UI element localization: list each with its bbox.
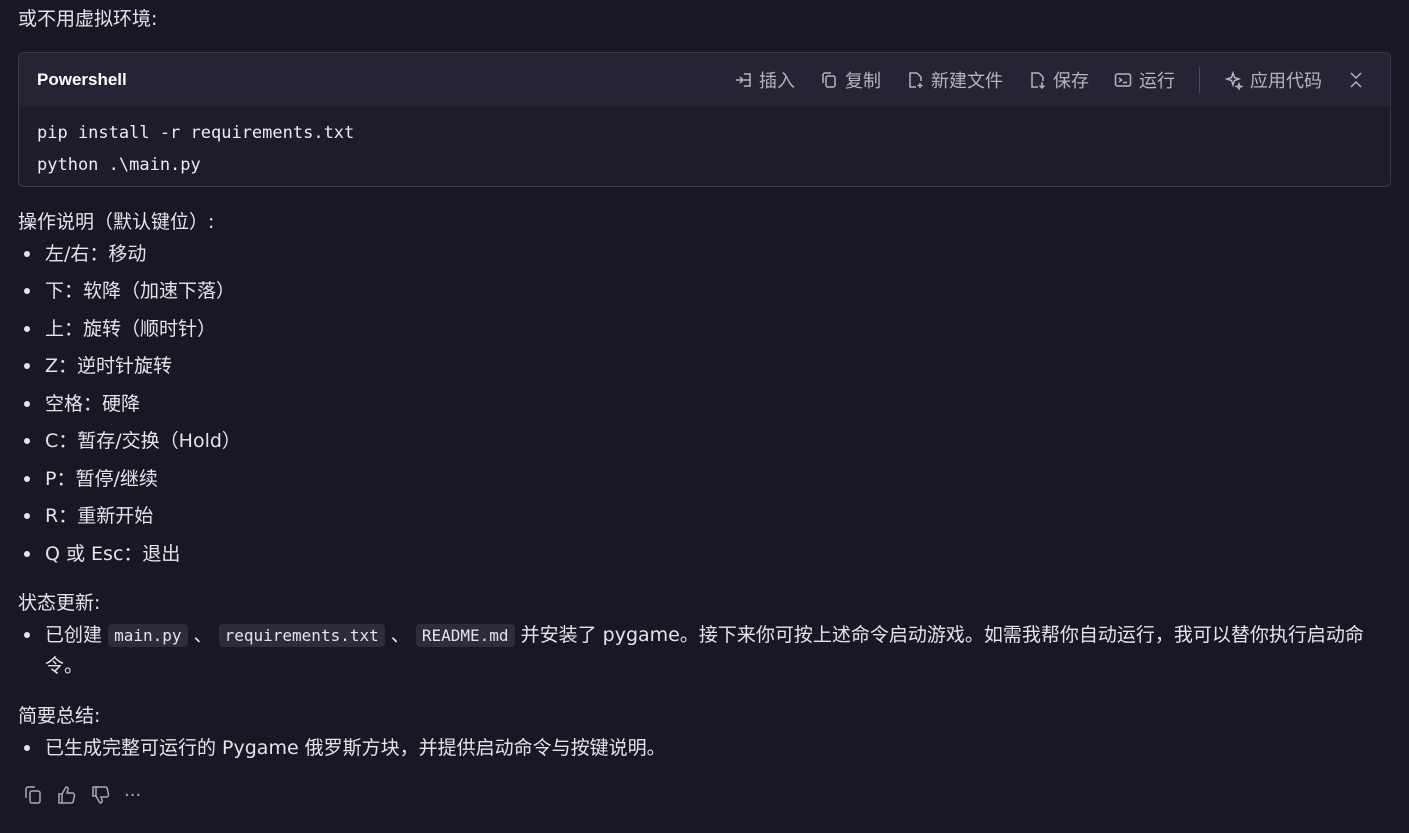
run-button[interactable]: 运行 [1113, 67, 1175, 93]
thumbs-down-button[interactable] [90, 784, 112, 806]
list-item-text: Q 或 Esc：退出 [45, 543, 181, 565]
copy-button[interactable]: 复制 [819, 67, 881, 93]
list-item-text: Z：逆时针旋转 [45, 355, 173, 377]
sparkle-icon [1224, 70, 1244, 90]
thumbs-up-button[interactable] [56, 784, 78, 806]
summary-heading: 简要总结: [18, 705, 101, 727]
insert-button[interactable]: 插入 [733, 67, 795, 93]
code-body: pip install -r requirements.txt python .… [19, 107, 1390, 181]
code-line: pip install -r requirements.txt [37, 123, 355, 143]
list-item-text: 空格：硬降 [45, 393, 141, 415]
code-language-label: Powershell [37, 70, 127, 89]
list-item-text: 已生成完整可运行的 Pygame 俄罗斯方块，并提供启动命令与按键说明。 [45, 737, 666, 759]
thumbs-up-icon [58, 786, 76, 804]
code-line: python .\main.py [37, 155, 201, 175]
bullet-dot [24, 513, 30, 519]
insert-icon [736, 73, 751, 87]
code-block-header: Powershell 插入 复制 新建文件 保存 运行 应用代码 [19, 53, 1390, 107]
thumbs-down-icon [92, 786, 110, 804]
toolbar-divider [1199, 67, 1200, 93]
list-item-text: P：暂停/继续 [45, 468, 158, 490]
bullet-dot [24, 326, 30, 332]
more-icon: ··· [124, 784, 142, 806]
bullet-dot [24, 363, 30, 369]
new-file-label: 新建文件 [931, 71, 1003, 92]
run-label: 运行 [1139, 71, 1175, 92]
new-file-button[interactable]: 新建文件 [905, 67, 1003, 93]
save-button[interactable]: 保存 [1027, 67, 1089, 93]
collapse-icon [1350, 72, 1362, 88]
separator: 、 [193, 624, 213, 646]
bullet-dot [24, 551, 30, 557]
copy-icon [822, 72, 836, 88]
list-item-text: 下：软降（加速下落） [45, 280, 236, 302]
inline-code-filename: main.py [108, 624, 188, 647]
save-label: 保存 [1053, 71, 1089, 92]
terminal-icon [1114, 73, 1132, 87]
apply-code-label: 应用代码 [1250, 71, 1322, 92]
copy-icon [25, 786, 41, 804]
inline-code-filename: requirements.txt [218, 624, 385, 647]
bullet-dot [24, 745, 30, 751]
separator: 、 [390, 624, 410, 646]
more-options-button[interactable]: ··· [124, 785, 141, 806]
insert-label: 插入 [759, 71, 795, 92]
bullet-dot [24, 438, 30, 444]
controls-heading: 操作说明（默认键位）: [18, 211, 215, 233]
status-heading: 状态更新: [18, 592, 101, 614]
bullet-dot [24, 632, 30, 638]
inline-code-filename: README.md [415, 624, 515, 647]
status-prefix: 已创建 [45, 624, 103, 646]
list-item-text: C：暂存/交换（Hold） [45, 430, 241, 452]
status-text: 已创建 main.py 、 requirements.txt 、 README.… [45, 620, 1400, 682]
code-toolbar: 插入 复制 新建文件 保存 运行 应用代码 [733, 66, 1364, 94]
code-block: Powershell 插入 复制 新建文件 保存 运行 应用代码 pip ins… [18, 52, 1391, 187]
bullet-dot [24, 401, 30, 407]
save-icon [1031, 72, 1046, 90]
bullet-dot [24, 251, 30, 257]
list-item-text: R：重新开始 [45, 505, 154, 527]
new-file-icon [909, 72, 923, 88]
list-item-text: 上：旋转（顺时针） [45, 318, 217, 340]
copy-label: 复制 [845, 71, 881, 92]
bullet-dot [24, 476, 30, 482]
bullet-dot [24, 288, 30, 294]
copy-message-button[interactable] [22, 784, 44, 806]
collapse-button[interactable] [1348, 70, 1364, 90]
intro-text: 或不用虚拟环境: [18, 8, 158, 30]
list-item-text: 左/右：移动 [45, 243, 147, 265]
apply-code-button[interactable]: 应用代码 [1224, 67, 1322, 93]
message-actions: ··· [22, 784, 153, 806]
